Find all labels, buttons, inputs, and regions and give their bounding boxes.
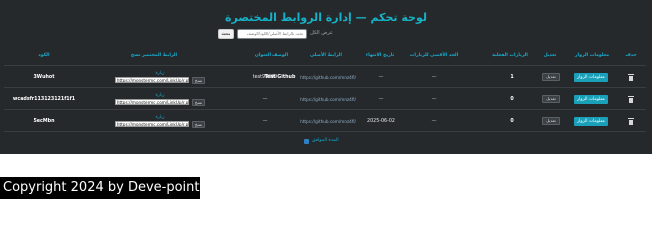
table-row: wcadsfr113123121f1f1 زيارة https://monst…: [4, 88, 646, 110]
visits-cell: 0: [510, 96, 514, 102]
desc-cell: Test Github: [264, 74, 296, 80]
copy-button[interactable]: نسخ: [191, 120, 206, 128]
copy-button[interactable]: نسخ: [191, 76, 206, 84]
short-link-cell: زيارة https://monstermc.com/LinkUp/r.php…: [108, 110, 212, 132]
header-delete: حذف: [625, 53, 637, 59]
max-visits-cell: —: [431, 74, 437, 80]
short-url-field[interactable]: https://monstermc.com/LinkUp/r.php: [114, 121, 189, 127]
expiry-cell: 2025-06-02: [367, 118, 395, 124]
dashboard-panel: لوحة تحكم — إدارة الروابط المختصرة عرض ا…: [0, 0, 652, 154]
short-link-cell: زيارة https://monstermc.com/LinkUp/r.php…: [108, 88, 212, 110]
expiry-cell: —: [378, 74, 384, 80]
search-input[interactable]: [237, 28, 308, 39]
checkbox-label: المدة الموافق: [312, 138, 339, 143]
short-url-field[interactable]: https://monstermc.com/LinkUp/r.php: [114, 77, 189, 83]
delete-icon[interactable]: [628, 95, 634, 103]
checkbox[interactable]: [304, 138, 309, 144]
edit-button[interactable]: تعديل: [542, 117, 560, 125]
visit-link[interactable]: زيارة: [155, 115, 164, 120]
code-cell: 3Wuhot: [33, 74, 55, 80]
search-bar: عرض الكل بحث: [217, 28, 333, 39]
header-desc: الوصف: [271, 53, 289, 59]
header-expiry: تاريخ الانتهاء: [365, 53, 395, 59]
header-original-link: الرابط الأصلي: [310, 53, 342, 59]
max-visits-cell: —: [431, 118, 437, 124]
original-link-cell[interactable]: https://github.com/mnz4fl/: [300, 66, 356, 88]
header-actual-visits: الزيارات الفعلية: [492, 53, 528, 59]
header-edit: تعديل: [543, 53, 557, 59]
copy-button[interactable]: نسخ: [191, 98, 206, 106]
page-title: لوحة تحكم — إدارة الروابط المختصرة: [225, 11, 427, 24]
visits-cell: 1: [510, 74, 514, 80]
original-link-cell[interactable]: https://github.com/mnz4fl/: [300, 110, 356, 132]
visits-cell: 0: [510, 118, 514, 124]
visitor-info-button[interactable]: معلومات الزوار: [574, 116, 608, 126]
delete-icon[interactable]: [628, 117, 634, 125]
show-all-link[interactable]: عرض الكل: [310, 28, 333, 39]
header-visitors: معلومات الزوار: [574, 53, 610, 59]
desc-cell: [262, 110, 298, 132]
max-visits-cell: —: [431, 96, 437, 102]
table-row: 3Wuhot زيارة https://monstermc.com/LinkU…: [4, 66, 646, 88]
table-row: 5ecMbn زيارة https://monstermc.com/LinkU…: [4, 110, 646, 132]
edit-button[interactable]: تعديل: [542, 73, 560, 81]
desc-cell: [262, 88, 298, 110]
short-link-cell: زيارة https://monstermc.com/LinkUp/r.php…: [108, 66, 212, 88]
visit-link[interactable]: زيارة: [155, 93, 164, 98]
code-cell: wcadsfr113123121f1f1: [12, 96, 76, 102]
code-cell: 5ecMbn: [33, 118, 55, 124]
footer-checkbox-row: المدة الموافق: [304, 138, 339, 144]
expiry-cell: —: [378, 96, 384, 102]
visitor-info-button[interactable]: معلومات الزوار: [574, 94, 608, 104]
header-max-visits: الحد الأقصى للزيارات: [409, 53, 459, 59]
header-code: الكود: [38, 53, 50, 59]
delete-icon[interactable]: [628, 73, 634, 81]
links-table: الكود الرابط المختصر نسخ العنوان الوصف ا…: [4, 46, 646, 132]
copyright-banner: Copyright 2024 by Deve-point.com: [0, 177, 231, 199]
original-link-cell[interactable]: https://github.com/mnz4fl/: [300, 88, 356, 110]
visitor-info-button[interactable]: معلومات الزوار: [574, 72, 608, 82]
header-short-link: الرابط المختصر نسخ: [130, 53, 178, 59]
short-url-field[interactable]: https://monstermc.com/LinkUp/r.php: [114, 99, 189, 105]
table-header: الكود الرابط المختصر نسخ العنوان الوصف ا…: [4, 46, 646, 66]
edit-button[interactable]: تعديل: [542, 95, 560, 103]
search-button[interactable]: بحث: [217, 28, 235, 39]
visit-link[interactable]: زيارة: [155, 71, 164, 76]
